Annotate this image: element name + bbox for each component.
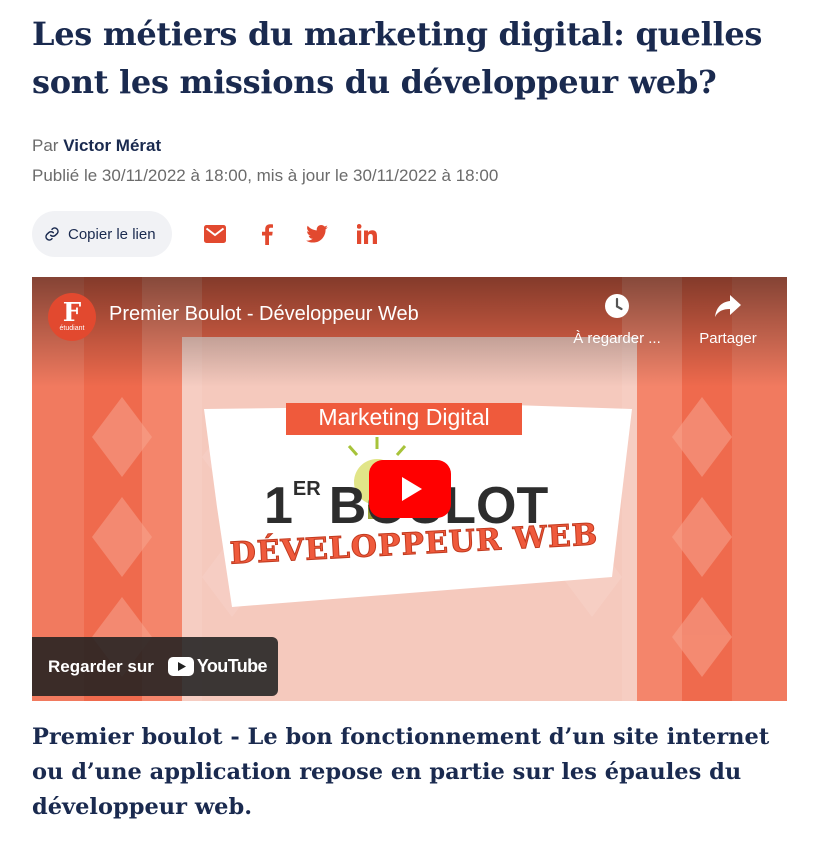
- video-share-button[interactable]: Partager: [688, 293, 768, 347]
- youtube-play-icon: [369, 460, 451, 518]
- headline-prefix: 1: [264, 477, 293, 535]
- link-icon: [44, 226, 60, 242]
- channel-logo-subtext: étudiant: [59, 325, 85, 332]
- play-button[interactable]: [369, 460, 451, 518]
- byline: Par Victor Mérat: [32, 136, 161, 156]
- share-bar: Copier le lien: [32, 211, 382, 257]
- author-link[interactable]: Victor Mérat: [63, 136, 161, 155]
- thumbnail-badge: Marketing Digital: [318, 404, 490, 430]
- channel-logo-letter: F: [62, 298, 82, 328]
- watch-on-label: Regarder sur: [48, 656, 154, 676]
- copy-link-label: Copier le lien: [68, 225, 156, 243]
- article-title: Les métiers du marketing digital: quelle…: [32, 15, 763, 101]
- youtube-wordmark: YouTube: [196, 656, 268, 676]
- article-lead: Premier boulot - Le bon fonctionnement d…: [32, 724, 770, 820]
- channel-avatar[interactable]: F étudiant: [48, 293, 96, 341]
- video-share-label: Partager: [699, 330, 757, 347]
- share-arrow-icon: [714, 293, 742, 324]
- byline-prefix: Par: [32, 136, 59, 155]
- headline-superscript: ER: [292, 478, 321, 500]
- linkedin-icon[interactable]: [352, 219, 382, 249]
- clock-icon: [604, 293, 630, 324]
- email-icon[interactable]: [200, 219, 230, 249]
- copy-link-button[interactable]: Copier le lien: [32, 211, 172, 257]
- youtube-logo-icon: [167, 657, 194, 676]
- watch-on-youtube-button[interactable]: Regarder sur YouTube: [32, 637, 278, 696]
- youtube-video-embed[interactable]: Marketing Digital 1ERBOULOT DÉVELOPPEUR …: [32, 277, 787, 701]
- watch-later-label: À regarder ...: [573, 330, 661, 347]
- youtube-logo: YouTube: [167, 656, 268, 677]
- facebook-icon[interactable]: [252, 219, 282, 249]
- publication-dates: Publié le 30/11/2022 à 18:00, mis à jour…: [32, 166, 499, 185]
- video-title[interactable]: Premier Boulot - Développeur Web: [109, 303, 419, 326]
- twitter-icon[interactable]: [302, 219, 332, 249]
- watch-later-button[interactable]: À regarder ...: [562, 293, 672, 347]
